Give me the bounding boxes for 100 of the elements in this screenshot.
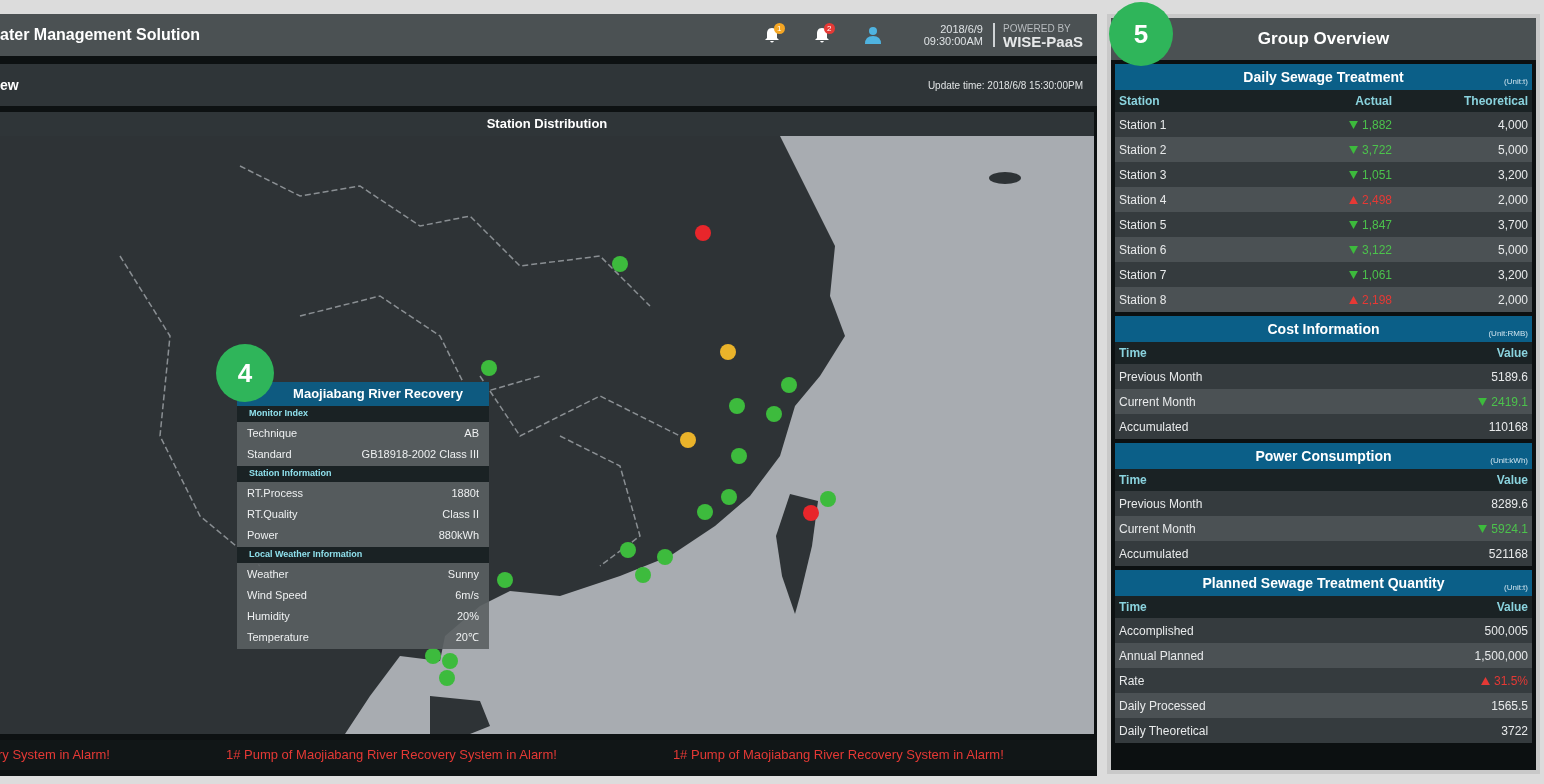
field-value: 6m/s — [455, 588, 479, 604]
table-cell-text: 1,847 — [1361, 216, 1392, 234]
alarm-message: 1# Pump of Maojiabang River Recovery System in Alarm! — [225, 746, 557, 765]
table-cell-text: Daily Theoretical — [1119, 722, 1210, 740]
table-cell-text: 2,000 — [1496, 191, 1528, 209]
field-value: 20% — [456, 609, 479, 625]
field-value: 880kWh — [438, 528, 479, 544]
table-cell-text: Accomplished — [1119, 622, 1195, 640]
table-cell-text: Station 8 — [1119, 291, 1168, 309]
callout-badge: 5 — [1109, 2, 1173, 66]
up-triangle-icon — [1348, 295, 1358, 304]
column-header: Value — [1495, 599, 1528, 616]
table-cell-text: 3,700 — [1496, 216, 1528, 234]
table-cell-text: 2,498 — [1361, 191, 1392, 209]
down-triangle-icon — [1348, 270, 1358, 279]
field-label: Wind Speed — [247, 588, 307, 604]
table-cell-text: Station 7 — [1119, 266, 1168, 284]
field-value: AB — [464, 426, 479, 442]
unit-label: (Unit:RMB) — [1488, 328, 1528, 340]
panel-title: Group Overview — [1257, 28, 1390, 51]
table-title: Cost Information — [1267, 319, 1380, 339]
powered-by-text: POWERED BY — [1002, 22, 1071, 35]
field-label: Weather — [247, 567, 289, 583]
table-cell-text: 500,005 — [1483, 622, 1528, 640]
field-label: Standard — [247, 447, 292, 463]
popup-title: Maojiabang River Recovery — [237, 382, 489, 406]
table-cell-text: 3,200 — [1496, 166, 1528, 184]
alarm-message: 1# Pump of Maojiabang River Recovery System in Alarm! — [672, 746, 1004, 765]
table-cell-text: Rate — [1119, 672, 1146, 690]
table-cell-text: 2,000 — [1496, 291, 1528, 309]
table-cell-text: 1,882 — [1361, 116, 1392, 134]
user-icon[interactable] — [863, 26, 882, 44]
table-cell-text: 3722 — [1500, 722, 1528, 740]
table-cell-text: Current Month — [1119, 393, 1197, 411]
field-label: Power — [247, 528, 279, 544]
notification-bell[interactable]: 2 — [813, 25, 834, 45]
table-cell-text: Previous Month — [1119, 495, 1204, 513]
section-heading: Monitor Index — [237, 406, 489, 422]
down-triangle-icon — [1348, 170, 1358, 179]
field-label: RT.Process — [247, 486, 304, 502]
column-header: Theoretical — [1462, 93, 1528, 110]
table-cell-text: 4,000 — [1496, 116, 1528, 134]
column-header: Station — [1119, 93, 1161, 110]
unit-label: (Unit:kWh) — [1490, 455, 1528, 467]
column-header: Value — [1495, 345, 1528, 362]
column-header: Value — [1495, 472, 1528, 489]
table-cell-text: 1,051 — [1361, 166, 1392, 184]
table-cell-text: 2,198 — [1361, 291, 1392, 309]
table-title: Daily Sewage Treatment — [1243, 67, 1404, 87]
table-cell-text: Station 1 — [1119, 116, 1168, 134]
down-triangle-icon — [1348, 120, 1358, 129]
field-value: Sunny — [447, 567, 479, 583]
column-header: Time — [1119, 599, 1148, 616]
field-label: RT.Quality — [247, 507, 298, 523]
unit-label: (Unit:t) — [1504, 76, 1528, 88]
table-cell-text: 2419.1 — [1491, 393, 1528, 411]
table-cell-text: 8289.6 — [1490, 495, 1528, 513]
section-heading: Local Weather Information — [237, 547, 489, 563]
table-cell-text: 1,500,000 — [1473, 647, 1528, 665]
notification-count: 2 — [823, 23, 835, 34]
page-title: ew — [0, 75, 19, 95]
down-triangle-icon — [1348, 220, 1358, 229]
table-cell-text: 3,200 — [1496, 266, 1528, 284]
down-triangle-icon — [1348, 145, 1358, 154]
table-cell-text: 5,000 — [1496, 141, 1528, 159]
bell-icon — [813, 27, 830, 44]
table-cell-text: 5924.1 — [1491, 520, 1528, 538]
table-cell-text: 5,000 — [1496, 241, 1528, 259]
section-heading: Station Information — [237, 466, 489, 482]
panel-title: Station Distribution — [486, 115, 608, 134]
table-cell-text: Annual Planned — [1119, 647, 1205, 665]
time-text: 09:30:00AM — [923, 35, 983, 47]
table-cell-text: 31.5% — [1493, 672, 1528, 690]
field-label: Temperature — [247, 630, 309, 646]
table-cell-text: 5189.6 — [1490, 368, 1528, 386]
table-cell-text: 521168 — [1487, 545, 1528, 563]
table-cell-text: Daily Processed — [1119, 697, 1207, 715]
field-value: Class II — [442, 507, 479, 523]
column-header: Actual — [1354, 93, 1392, 110]
table-cell-text: Station 4 — [1119, 191, 1168, 209]
table-cell-text: Station 2 — [1119, 141, 1168, 159]
up-triangle-icon — [1348, 195, 1358, 204]
table-title: Planned Sewage Treatment Quantity — [1202, 573, 1445, 593]
column-header: Time — [1119, 472, 1148, 489]
field-value: GB18918-2002 Class III — [361, 447, 479, 463]
notification-count: 1 — [773, 23, 785, 34]
date-text: 2018/6/9 — [940, 23, 983, 35]
table-cell-text: 3,122 — [1361, 241, 1392, 259]
table-cell-text: Accumulated — [1119, 418, 1190, 436]
table-cell-text: Current Month — [1119, 520, 1197, 538]
table-cell-text: Station 3 — [1119, 166, 1168, 184]
table-cell-text: 1,061 — [1361, 266, 1392, 284]
down-triangle-icon — [1348, 245, 1358, 254]
down-triangle-icon — [1478, 397, 1488, 406]
update-time: Update time: 2018/6/8 15:30:00PM — [927, 78, 1083, 93]
brand-logo: WISE-PaaS — [1002, 35, 1083, 48]
unit-label: (Unit:t) — [1504, 582, 1528, 594]
table-cell-text: Station 5 — [1119, 216, 1168, 234]
bell-icon — [763, 27, 780, 44]
app-title: ater Management Solution — [0, 25, 201, 45]
